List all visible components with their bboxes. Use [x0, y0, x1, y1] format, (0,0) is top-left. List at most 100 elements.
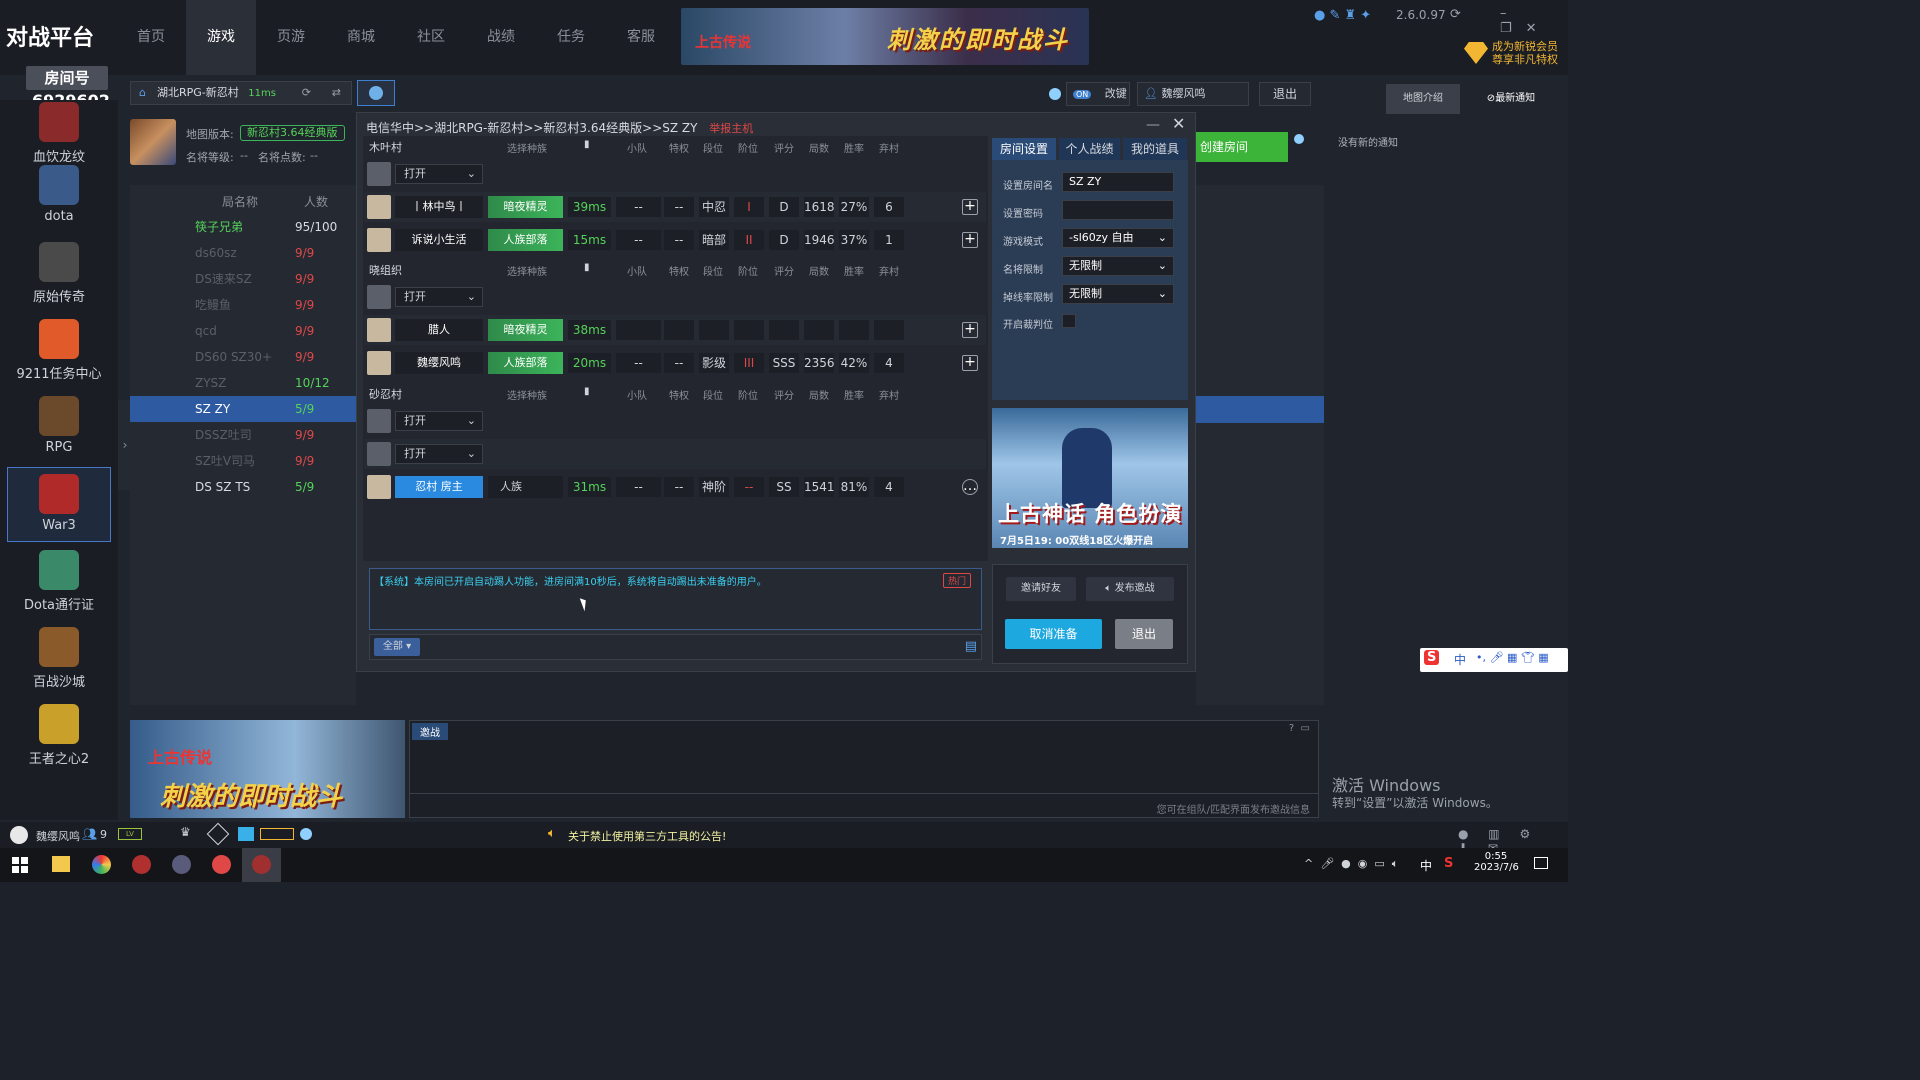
sidebar-item[interactable]: dota	[7, 159, 111, 234]
nav-tab[interactable]: 社区	[396, 0, 466, 75]
chat-input[interactable]: 全部 ▾ ▤	[369, 634, 982, 660]
app-icon-3[interactable]	[212, 855, 231, 874]
toolbar-icons[interactable]: ● ✎ ♜ ✦	[1314, 8, 1371, 23]
race-select[interactable]: 暗夜精灵	[488, 196, 563, 218]
send-chat-icon[interactable]: ▤	[965, 639, 977, 654]
refresh-room-icon[interactable]: ⟳	[302, 82, 311, 104]
avatar[interactable]	[367, 228, 391, 252]
slot-open-select[interactable]: 打开 ⌄	[395, 164, 483, 184]
active-app-slot[interactable]	[242, 848, 281, 882]
clock[interactable]: 0:55 2023/7/6	[1474, 851, 1519, 873]
drop-limit-select[interactable]: 无限制 ⌄	[1062, 284, 1174, 304]
table-row[interactable]: DS SZ TS 5/9	[130, 474, 356, 500]
message-icon[interactable]	[238, 827, 254, 841]
announcement[interactable]: 关于禁止使用第三方工具的公告!	[568, 828, 726, 844]
tray-icons[interactable]: ^🎤︎●◉▭🔈︎	[1304, 857, 1405, 871]
ime-tools-icons[interactable]: •, 🎤︎ ▦ 👕︎ ▦	[1476, 651, 1549, 664]
tray-ime[interactable]: 中	[1420, 857, 1432, 874]
table-row[interactable]: ds60sz 9/9	[130, 240, 356, 266]
chat-scope-select[interactable]: 全部 ▾	[374, 638, 420, 656]
help-icon[interactable]: ? ▭	[1289, 723, 1310, 734]
diamond-icon[interactable]	[206, 822, 230, 846]
judge-checkbox[interactable]	[1062, 314, 1076, 328]
table-row[interactable]: 筷子兄弟 95/100	[130, 214, 356, 240]
avatar[interactable]	[10, 826, 28, 844]
chat-log[interactable]: 【系统】本房间已开启自动踢人功能，进房间满10秒后，系统将自动踢出未准备的用户。…	[369, 568, 982, 630]
room-selector[interactable]: ⌂ 湖北RPG-新忍村 11ms ⟳ ⇄	[130, 81, 352, 105]
latest-notice-tab[interactable]: ⊘最新通知	[1474, 84, 1548, 114]
sidebar-item[interactable]: 原始传奇	[7, 236, 111, 311]
slot-open-select[interactable]: 打开 ⌄	[395, 444, 483, 464]
friends-icon[interactable]: 👥︎	[82, 827, 97, 841]
window-controls[interactable]: –❐✕	[1500, 6, 1568, 36]
race-select[interactable]: 人族	[488, 476, 563, 498]
table-row[interactable]: DSSZ吐司 9/9	[130, 422, 356, 448]
plugin-badge-icon[interactable]	[260, 828, 294, 840]
settings-tab[interactable]: 房间设置	[992, 138, 1056, 160]
player-name[interactable]: 忍村 房主	[395, 476, 483, 498]
invite-tab[interactable]: 邀战	[412, 723, 448, 740]
minimize-icon[interactable]: —	[1146, 117, 1160, 133]
exit-room-button[interactable]: 退出	[1115, 619, 1173, 649]
password-input[interactable]	[1062, 200, 1174, 220]
player-name[interactable]: 腊人	[395, 319, 483, 341]
file-explorer-icon[interactable]	[52, 856, 70, 872]
avatar[interactable]	[367, 475, 391, 499]
invite-friend-button[interactable]: 邀请好友	[1006, 577, 1076, 601]
map-globe-button[interactable]	[357, 80, 395, 106]
map-version-badge[interactable]: 新忍村3.64经典版	[240, 125, 345, 141]
table-row[interactable]: SZ ZY 5/9	[130, 396, 356, 422]
sidebar-item[interactable]: 9211任务中心	[7, 313, 111, 388]
race-select[interactable]: 暗夜精灵	[488, 319, 563, 341]
table-row[interactable]: ZYSZ 10/12	[130, 370, 356, 396]
close-icon[interactable]: ✕	[1172, 114, 1185, 133]
sidebar-item[interactable]: War3	[7, 467, 111, 542]
nav-tab[interactable]: 客服	[606, 0, 676, 75]
avatar[interactable]	[367, 318, 391, 342]
table-row[interactable]: SZ吐V司马 9/9	[130, 448, 356, 474]
publish-invite-button[interactable]: 🔈︎ 发布邀战	[1086, 577, 1174, 601]
avatar[interactable]	[367, 195, 391, 219]
refresh-icon[interactable]: ⟳	[1450, 7, 1461, 22]
tray-sogou-icon[interactable]: S	[1444, 856, 1453, 871]
nav-tab[interactable]: 商城	[326, 0, 396, 75]
logout-button[interactable]: 退出	[1259, 82, 1311, 106]
sidebar-item[interactable]: 王者之心2	[7, 698, 111, 773]
bottom-ad[interactable]: 上古传说 刺激的即时战斗	[130, 720, 405, 818]
top-banner-ad[interactable]: 上古传说 刺激的即时战斗	[681, 8, 1089, 65]
nav-tab[interactable]: 游戏	[186, 0, 256, 75]
cancel-ready-button[interactable]: 取消准备	[1005, 619, 1102, 649]
chrome-icon[interactable]	[92, 855, 111, 874]
chat-bubble-icon[interactable]: …	[962, 479, 978, 495]
general-limit-select[interactable]: 无限制 ⌄	[1062, 256, 1174, 276]
kings-icon[interactable]: ♛	[180, 825, 191, 839]
map-intro-tab[interactable]: 地图介绍	[1386, 84, 1460, 114]
hot-badge[interactable]: 热门	[942, 573, 971, 588]
avatar[interactable]	[367, 442, 391, 466]
add-friend-icon[interactable]: +	[962, 199, 978, 215]
avatar[interactable]	[367, 285, 391, 309]
ime-toolbar[interactable]: S 中 •, 🎤︎ ▦ 👕︎ ▦	[1420, 648, 1568, 672]
table-row[interactable]: qcd 9/9	[130, 318, 356, 344]
room-name-input[interactable]: SZ ZY	[1062, 172, 1174, 192]
sidebar-item[interactable]: Dota通行证	[7, 544, 111, 619]
user-button[interactable]: 👤︎ 魏缨风鸣	[1137, 82, 1249, 106]
race-select[interactable]: 人族部落	[488, 352, 563, 374]
avatar[interactable]	[367, 162, 391, 186]
avatar[interactable]	[367, 351, 391, 375]
side-ad[interactable]: 上古神话 角色扮演 7月5日19: 00双线18区火爆开启	[992, 408, 1188, 548]
notification-icon[interactable]	[1534, 857, 1548, 869]
settings-tab[interactable]: 个人战绩	[1059, 138, 1120, 160]
add-friend-icon[interactable]: +	[962, 232, 978, 248]
nav-tab[interactable]: 首页	[116, 0, 186, 75]
nav-tab[interactable]: 战绩	[466, 0, 536, 75]
windows-start-icon[interactable]	[12, 857, 28, 873]
app-icon-1[interactable]	[132, 855, 151, 874]
settings-tab[interactable]: 我的道具	[1123, 138, 1187, 160]
mode-select[interactable]: -sl60zy 自由 ⌄	[1062, 228, 1174, 248]
sidebar-item[interactable]: 百战沙城	[7, 621, 111, 696]
table-row[interactable]: 吃鳗鱼 9/9	[130, 292, 356, 318]
add-friend-icon[interactable]: +	[962, 322, 978, 338]
table-row[interactable]: DS速来SZ 9/9	[130, 266, 356, 292]
sidebar-item[interactable]: 血饮龙纹	[7, 82, 111, 165]
